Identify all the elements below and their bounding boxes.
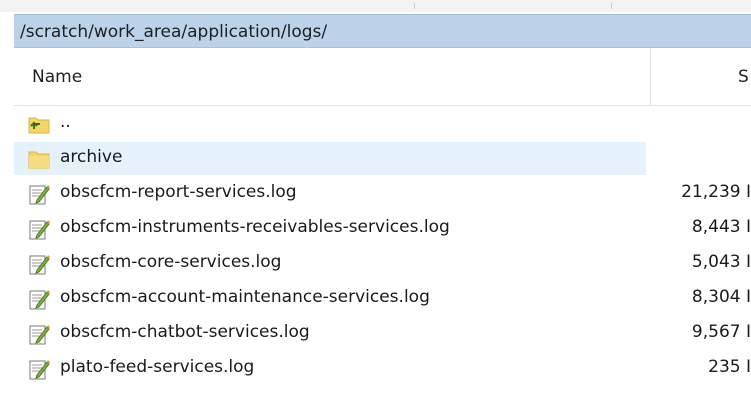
file-name: .. xyxy=(60,112,71,132)
column-header-name[interactable]: Name xyxy=(32,67,82,87)
file-size: 8,304 I xyxy=(691,287,751,307)
list-item-log-file[interactable]: obscfcm-chatbot-services.log 9,567 I xyxy=(14,316,751,351)
file-name: archive xyxy=(60,147,123,167)
column-header-size[interactable]: S xyxy=(738,67,751,87)
file-size: 21,239 I xyxy=(681,182,751,202)
column-tick xyxy=(414,3,415,9)
file-size: 8,443 I xyxy=(691,217,751,237)
file-name: obscfcm-instruments-receivables-services… xyxy=(60,217,450,237)
list-item-log-file[interactable]: obscfcm-instruments-receivables-services… xyxy=(14,211,751,246)
window-top-strip xyxy=(0,0,751,12)
column-tick xyxy=(611,3,612,9)
list-item-archive[interactable]: archive xyxy=(14,141,751,176)
file-name: obscfcm-account-maintenance-services.log xyxy=(60,287,430,307)
folder-icon xyxy=(28,148,50,170)
current-path: /scratch/work_area/application/logs/ xyxy=(20,22,328,42)
log-file-icon xyxy=(28,218,50,240)
log-file-icon xyxy=(28,323,50,345)
parent-folder-icon xyxy=(28,113,50,135)
file-size: 5,043 I xyxy=(691,252,751,272)
file-name: obscfcm-core-services.log xyxy=(60,252,282,272)
column-resize-handle[interactable] xyxy=(650,48,651,106)
file-list: .. archive obscfcm-report-services.log 2… xyxy=(14,106,751,386)
list-item-parent-directory[interactable]: .. xyxy=(14,106,751,141)
log-file-icon xyxy=(28,253,50,275)
log-file-icon xyxy=(28,358,50,380)
file-name: obscfcm-report-services.log xyxy=(60,182,297,202)
file-name: obscfcm-chatbot-services.log xyxy=(60,322,310,342)
file-size: 235 I xyxy=(708,357,751,377)
file-name: plato-feed-services.log xyxy=(60,357,255,377)
list-item-log-file[interactable]: obscfcm-account-maintenance-services.log… xyxy=(14,281,751,316)
path-bar[interactable]: /scratch/work_area/application/logs/ xyxy=(14,14,751,48)
list-item-log-file[interactable]: obscfcm-report-services.log 21,239 I xyxy=(14,176,751,211)
log-file-icon xyxy=(28,183,50,205)
log-file-icon xyxy=(28,288,50,310)
file-size: 9,567 I xyxy=(691,322,751,342)
list-item-log-file[interactable]: plato-feed-services.log 235 I xyxy=(14,351,751,386)
list-item-log-file[interactable]: obscfcm-core-services.log 5,043 I xyxy=(14,246,751,281)
file-list-header: Name S xyxy=(14,48,751,106)
